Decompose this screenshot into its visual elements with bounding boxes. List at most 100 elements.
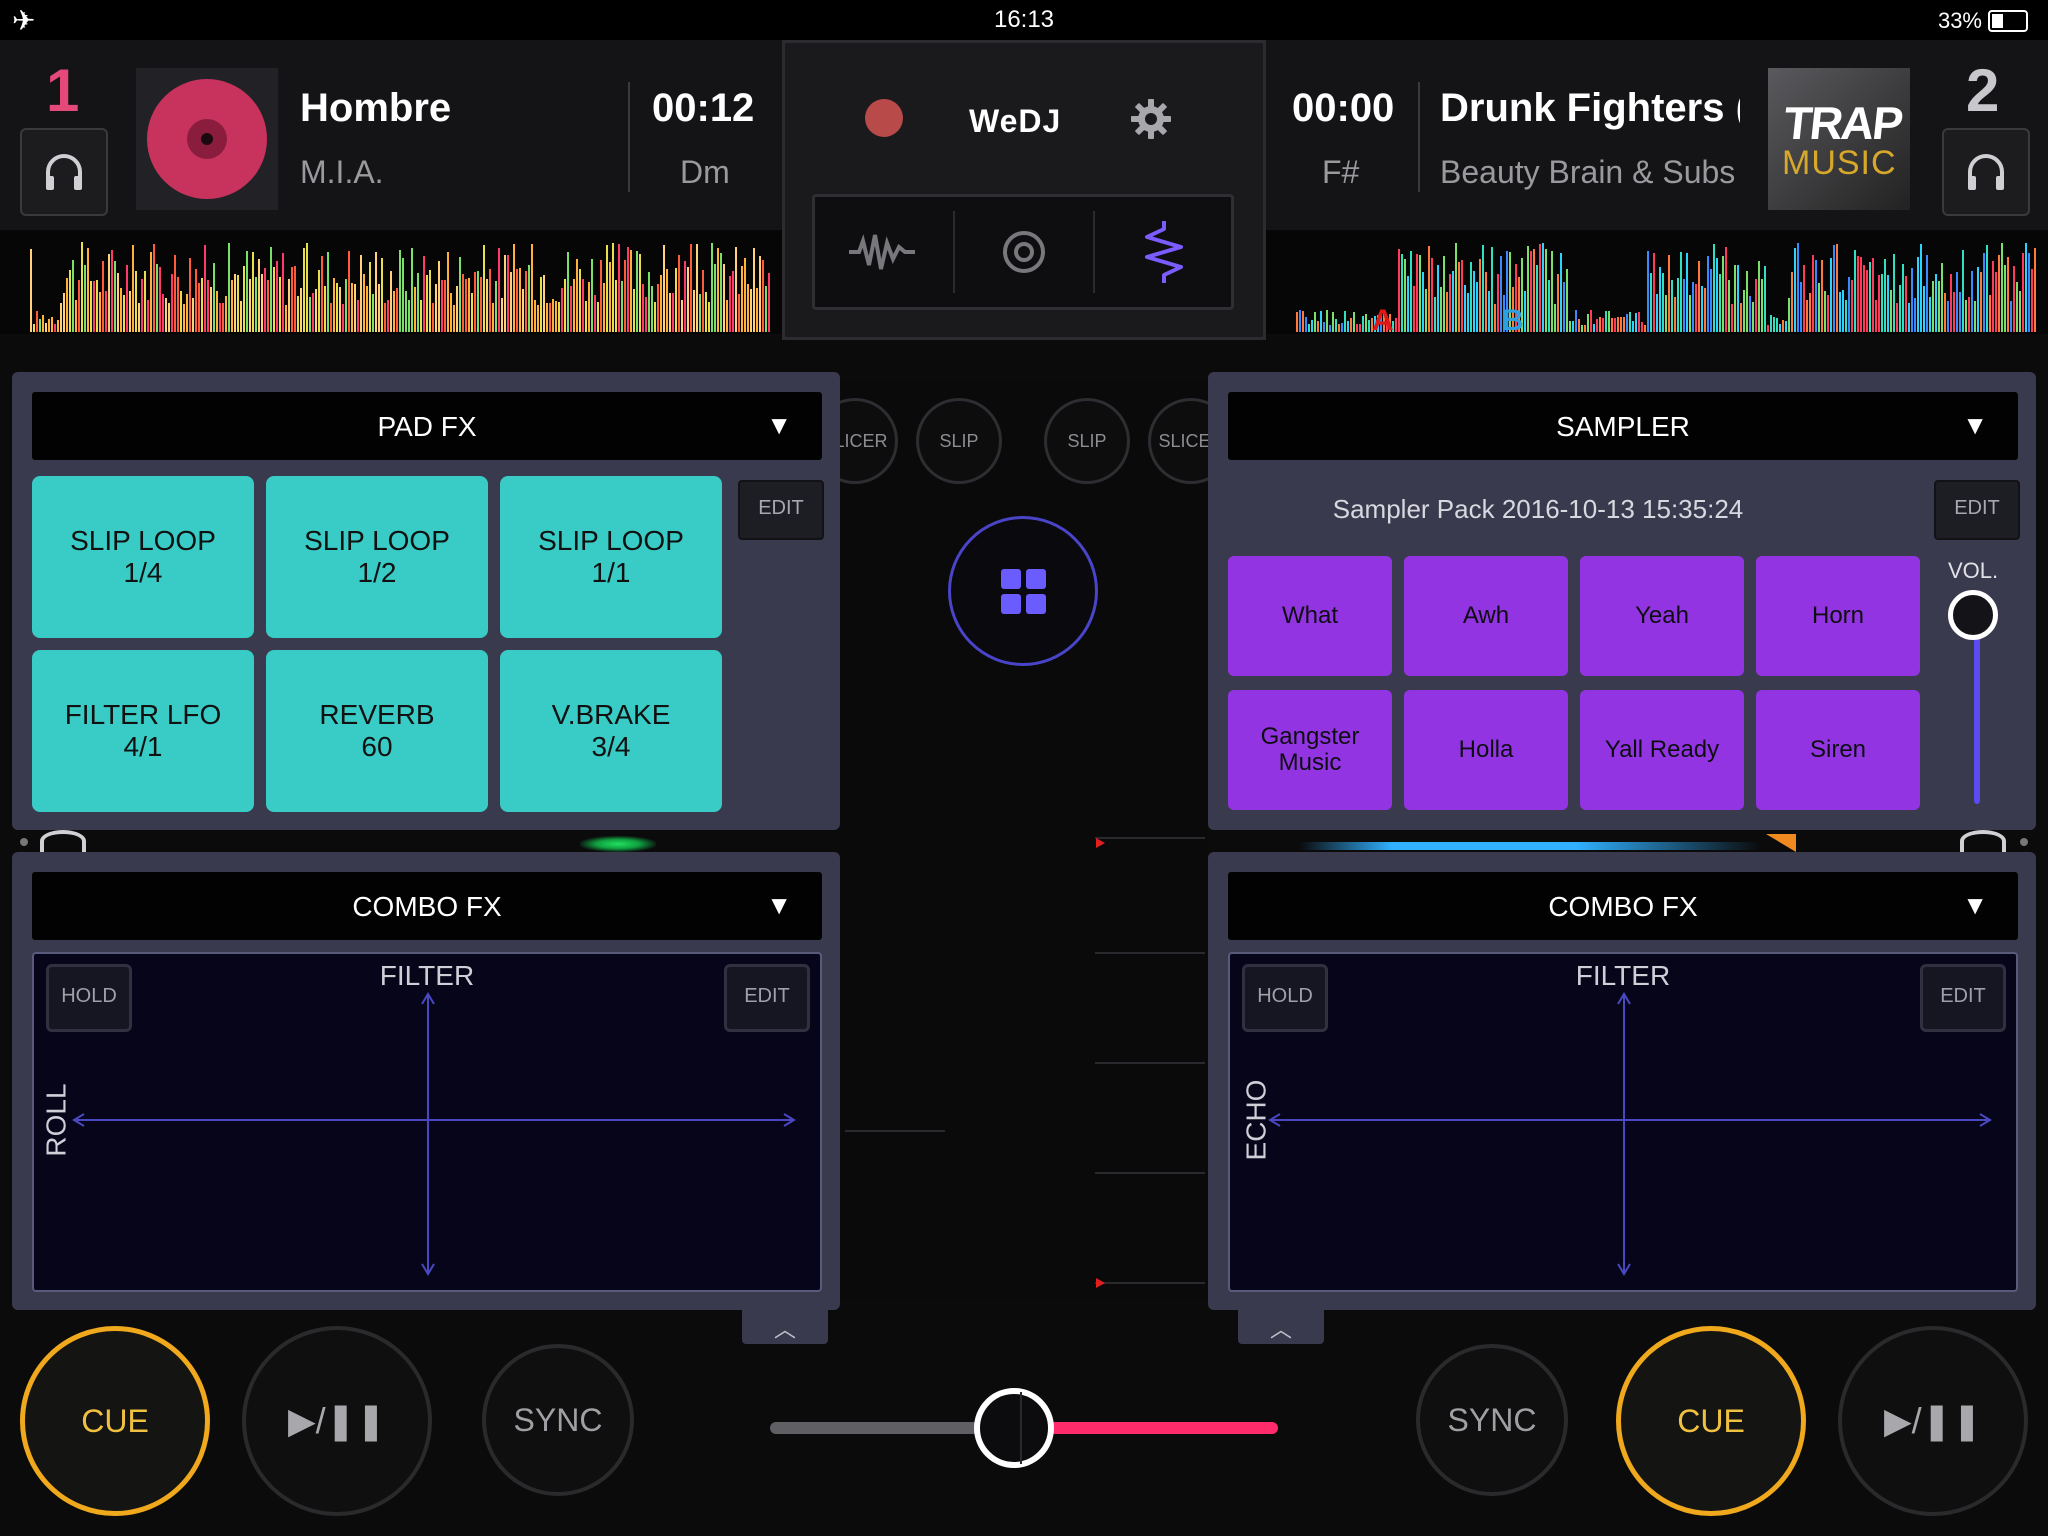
waveform-bar — [1662, 273, 1664, 332]
waveform-bar — [108, 254, 110, 332]
deck1-play-pause-button[interactable]: ▶/❚❚ — [242, 1326, 432, 1516]
deck1-sync-button[interactable]: SYNC — [482, 1344, 634, 1496]
sample-pad-gangster-music[interactable]: Gangster Music — [1228, 690, 1392, 810]
sample-pad-holla[interactable]: Holla — [1404, 690, 1568, 810]
fx-mode-button[interactable] — [1095, 197, 1233, 307]
waveform-bar — [465, 279, 467, 332]
combo-fx-edit-button-left[interactable]: EDIT — [724, 964, 810, 1032]
hot-cue-a-marker[interactable]: A — [1372, 304, 1394, 334]
waveform-bar — [324, 286, 326, 332]
deck2-artwork[interactable]: TRAP MUSIC — [1768, 68, 1910, 210]
waveform-bar — [1401, 254, 1403, 332]
waveform-bar — [393, 291, 395, 332]
sampler-volume-knob[interactable] — [1948, 590, 1998, 640]
fx-pad-slip-loop-1-4[interactable]: SLIP LOOP 1/4 — [32, 476, 254, 638]
waveform-bar — [1959, 292, 1961, 332]
waveform-bar — [681, 300, 683, 332]
pad-fx-dropdown[interactable]: PAD FX ▼ — [32, 392, 822, 460]
waveform-bar — [672, 293, 674, 332]
deck1-artwork[interactable] — [136, 68, 278, 210]
deck2-play-pause-button[interactable]: ▶/❚❚ — [1838, 1326, 2028, 1516]
waveform-bar — [1623, 317, 1625, 332]
deck1-cue-button[interactable]: CUE — [20, 1326, 210, 1516]
collapse-tab-left[interactable]: ︿ — [742, 1310, 828, 1344]
hot-cue-b-marker[interactable]: B — [1502, 304, 1524, 334]
combo-fx-hold-button-left[interactable]: HOLD — [46, 964, 132, 1032]
sampler-edit-button[interactable]: EDIT — [1934, 480, 2020, 540]
waveform-bar — [768, 273, 770, 332]
combo-fx-dropdown-left[interactable]: COMBO FX ▼ — [32, 872, 822, 940]
combo-fx-edit-button-right[interactable]: EDIT — [1920, 964, 2006, 1032]
waveform-bar — [384, 303, 386, 332]
waveform-bar — [42, 315, 44, 332]
settings-gear-icon[interactable] — [1129, 97, 1173, 146]
waveform-bar — [1458, 262, 1460, 332]
jog-mode-button[interactable] — [955, 197, 1093, 307]
waveform-mode-button[interactable] — [815, 197, 953, 307]
deck2-trim-knob[interactable] — [1960, 830, 2006, 852]
waveform-bar — [1551, 251, 1553, 332]
collapse-tab-right[interactable]: ︿ — [1238, 1310, 1324, 1344]
deck1-headphone-cue-button[interactable] — [20, 128, 108, 216]
deck2-headphone-cue-button[interactable] — [1942, 128, 2030, 216]
crossfader[interactable] — [770, 1388, 1278, 1468]
waveform-bar — [306, 243, 308, 332]
waveform-bar — [2025, 243, 2027, 332]
divider — [628, 82, 630, 192]
waveform-bar — [195, 269, 197, 332]
waveform-bar — [1533, 249, 1535, 332]
pad-fx-edit-button[interactable]: EDIT — [738, 480, 824, 540]
waveform-bar — [1617, 317, 1619, 332]
sample-pad-awh[interactable]: Awh — [1404, 556, 1568, 676]
waveform-bar — [699, 294, 701, 332]
waveform-bar — [252, 252, 254, 332]
waveform-bar — [720, 253, 722, 332]
waveform-bar — [1689, 295, 1691, 332]
deck1-trim-knob[interactable] — [40, 830, 86, 852]
deck1-waveform[interactable] — [0, 230, 782, 334]
sample-pad-siren[interactable]: Siren — [1756, 690, 1920, 810]
waveform-bar — [1470, 262, 1472, 332]
dropdown-arrow-icon: ▼ — [766, 890, 792, 920]
waveform-bar — [531, 244, 533, 332]
combo-fx-dropdown-right[interactable]: COMBO FX ▼ — [1228, 872, 2018, 940]
waveform-bar — [1566, 269, 1568, 332]
slip-button-left[interactable]: SLIP — [916, 398, 1002, 484]
waveform-bar — [516, 269, 518, 332]
waveform-bar — [1629, 312, 1631, 332]
slip-button-right[interactable]: SLIP — [1044, 398, 1130, 484]
combo-fx-xy-pad-left[interactable]: FILTER ROLL HOLD EDIT — [32, 952, 822, 1292]
waveform-bar — [48, 319, 50, 332]
waveform-bar — [234, 274, 236, 332]
waveform-bar — [600, 260, 602, 332]
pad-mode-grid-button[interactable] — [948, 516, 1098, 666]
waveform-bar — [513, 244, 515, 332]
waveform-bar — [357, 300, 359, 332]
sample-pad-yall-ready[interactable]: Yall Ready — [1580, 690, 1744, 810]
deck2-waveform[interactable]: A B — [1266, 230, 2048, 334]
record-button[interactable] — [865, 99, 903, 137]
waveform-bar — [1770, 315, 1772, 332]
waveform-bar — [570, 286, 572, 332]
waveform-bar — [693, 290, 695, 332]
sample-pad-yeah[interactable]: Yeah — [1580, 556, 1744, 676]
sample-pad-what[interactable]: What — [1228, 556, 1392, 676]
waveform-bar — [129, 291, 131, 332]
combo-fx-hold-button-right[interactable]: HOLD — [1242, 964, 1328, 1032]
fx-pad-slip-loop-1-1[interactable]: SLIP LOOP 1/1 — [500, 476, 722, 638]
deck2-sync-button[interactable]: SYNC — [1416, 1344, 1568, 1496]
sample-pad-horn[interactable]: Horn — [1756, 556, 1920, 676]
fx-pad-filter-lfo[interactable]: FILTER LFO 4/1 — [32, 650, 254, 812]
waveform-bar — [1782, 320, 1784, 332]
fx-pad-slip-loop-1-2[interactable]: SLIP LOOP 1/2 — [266, 476, 488, 638]
crossfader-knob[interactable] — [974, 1388, 1054, 1468]
waveform-bar — [114, 261, 116, 332]
fx-pad-reverb[interactable]: REVERB 60 — [266, 650, 488, 812]
sampler-dropdown[interactable]: SAMPLER ▼ — [1228, 392, 2018, 460]
fx-pad-vbrake[interactable]: V.BRAKE 3/4 — [500, 650, 722, 812]
waveform-bar — [1839, 292, 1841, 332]
zigzag-icon — [1145, 221, 1183, 283]
waveform-bar — [291, 267, 293, 332]
deck2-cue-button[interactable]: CUE — [1616, 1326, 1806, 1516]
combo-fx-xy-pad-right[interactable]: FILTER ECHO HOLD EDIT — [1228, 952, 2018, 1292]
